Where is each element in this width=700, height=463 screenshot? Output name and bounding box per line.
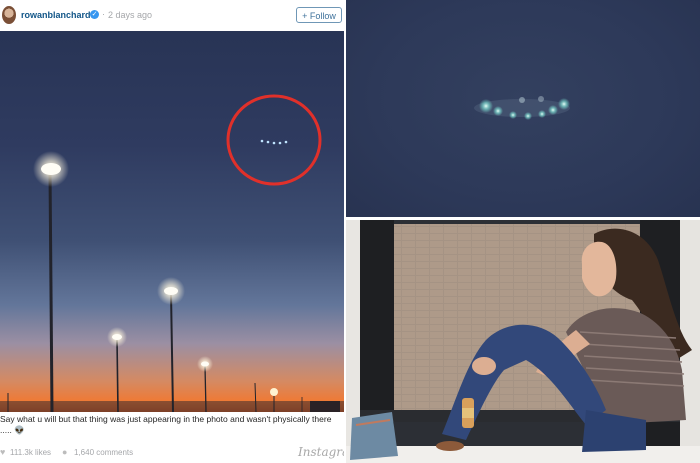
avatar[interactable] bbox=[2, 6, 16, 24]
verified-badge-icon: ✓ bbox=[90, 10, 99, 19]
post-header: rowanblanchard ✓ · 2 days ago + Follow bbox=[0, 0, 344, 32]
girl-window-photo bbox=[346, 220, 700, 463]
girl-face bbox=[581, 241, 617, 297]
likes-count[interactable]: 111.3k likes bbox=[10, 448, 51, 457]
follow-button[interactable]: + Follow bbox=[296, 7, 342, 23]
post-photo[interactable] bbox=[0, 31, 344, 412]
heart-icon[interactable]: ♥ bbox=[0, 447, 5, 457]
building-silhouette bbox=[310, 401, 340, 412]
zoomed-sky bbox=[474, 96, 570, 120]
sandal bbox=[436, 441, 464, 451]
window-scene bbox=[346, 220, 700, 463]
highlight-circle bbox=[226, 94, 322, 186]
comment-bubble-icon[interactable]: ● bbox=[62, 447, 67, 457]
floor bbox=[346, 446, 700, 463]
blue-bag bbox=[350, 412, 398, 460]
instagram-post: rowanblanchard ✓ · 2 days ago + Follow S… bbox=[0, 0, 344, 463]
zoomed-ufo-photo bbox=[346, 0, 700, 217]
post-footer: ♥ 111.3k likes ● 1,640 comments Instagra… bbox=[0, 444, 344, 463]
comments-count[interactable]: 1,640 comments bbox=[74, 448, 133, 457]
post-timestamp[interactable]: 2 days ago bbox=[108, 10, 152, 20]
girl-hands bbox=[472, 357, 496, 375]
post-caption: Say what u will but that thing was just … bbox=[0, 414, 332, 435]
sunset-sky-scene bbox=[0, 94, 344, 412]
street-lamps bbox=[7, 151, 303, 412]
ufo-lights bbox=[260, 139, 288, 145]
ufo-light-ring bbox=[474, 96, 570, 120]
header-separator: · bbox=[102, 9, 105, 19]
username-link[interactable]: rowanblanchard bbox=[21, 10, 91, 20]
instagram-logo: Instagram bbox=[298, 445, 344, 459]
